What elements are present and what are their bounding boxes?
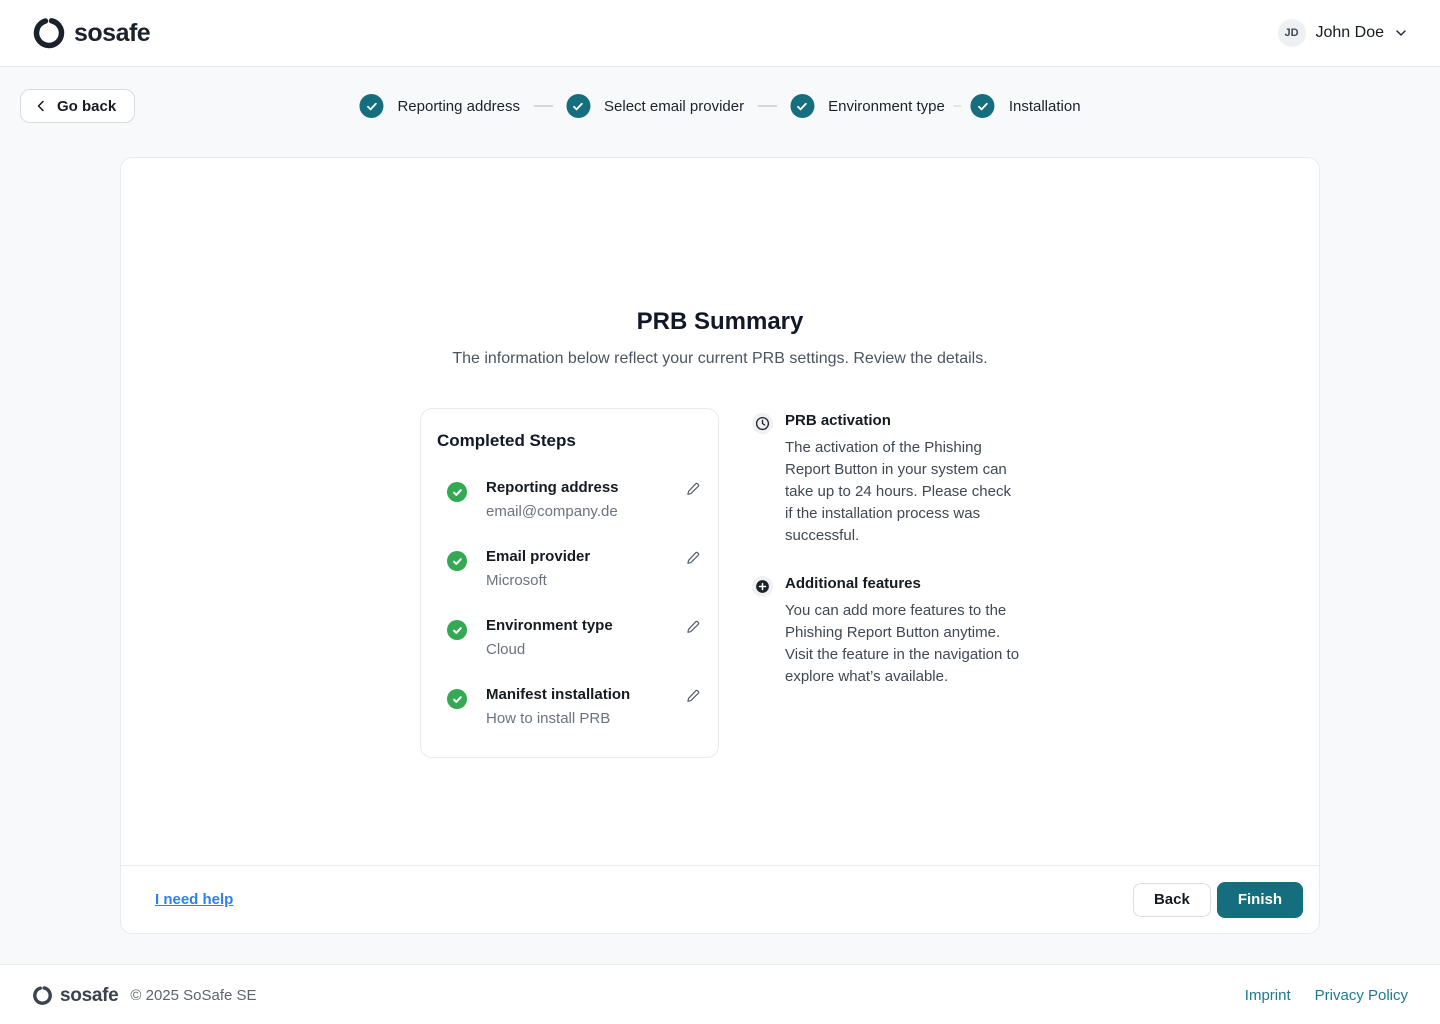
edit-email-provider-button[interactable] xyxy=(684,549,702,567)
info-column: PRB activation The activation of the Phi… xyxy=(752,408,1020,688)
pencil-icon xyxy=(686,551,700,565)
completed-step-environment-type: Environment type Cloud xyxy=(437,617,702,658)
check-circle-icon xyxy=(566,94,590,118)
check-circle-icon xyxy=(359,94,383,118)
completed-step-reporting-address: Reporting address email@company.de xyxy=(437,479,702,520)
stepper-connector xyxy=(954,105,962,107)
summary-card: PRB Summary The information below reflec… xyxy=(120,157,1320,934)
stepper-step-select-email-provider: Select email provider xyxy=(566,94,744,118)
imprint-link[interactable]: Imprint xyxy=(1245,987,1291,1004)
completed-step-email-provider: Email provider Microsoft xyxy=(437,548,702,589)
check-circle-icon xyxy=(447,620,467,640)
check-circle-icon xyxy=(447,551,467,571)
privacy-policy-link[interactable]: Privacy Policy xyxy=(1315,987,1408,1004)
edit-manifest-installation-button[interactable] xyxy=(684,687,702,705)
go-back-button[interactable]: Go back xyxy=(20,89,135,123)
brand-wordmark: sosafe xyxy=(74,19,150,48)
page-subtitle: The information below reflect your curre… xyxy=(121,350,1319,368)
check-circle-icon xyxy=(447,482,467,502)
completed-steps-card: Completed Steps Reporting address email@… xyxy=(420,408,719,758)
back-button[interactable]: Back xyxy=(1133,883,1211,917)
stepper-step-installation: Installation xyxy=(971,94,1081,118)
stepper-connector xyxy=(757,105,777,107)
stepper-step-reporting-address: Reporting address xyxy=(359,94,520,118)
app-header: sosafe JD John Doe xyxy=(0,0,1440,67)
sosafe-logo: sosafe xyxy=(32,16,150,50)
completed-steps-title: Completed Steps xyxy=(437,431,702,451)
stepper-connector xyxy=(533,105,553,107)
footer-brand-wordmark: sosafe xyxy=(60,985,118,1007)
finish-button[interactable]: Finish xyxy=(1217,882,1303,918)
avatar: JD xyxy=(1278,19,1306,47)
completed-step-manifest-installation: Manifest installation How to install PRB xyxy=(437,686,702,727)
check-circle-icon xyxy=(971,94,995,118)
footer-links: Imprint Privacy Policy xyxy=(1245,987,1408,1004)
page-footer: sosafe © 2025 SoSafe SE Imprint Privacy … xyxy=(0,964,1440,1024)
sosafe-logo-icon xyxy=(32,985,53,1006)
user-menu[interactable]: JD John Doe xyxy=(1278,19,1409,47)
plus-circle-icon xyxy=(752,576,773,597)
user-name: John Doe xyxy=(1316,24,1385,42)
edit-reporting-address-button[interactable] xyxy=(684,480,702,498)
chevron-left-icon xyxy=(35,100,47,112)
topbar: Go back Reporting address Select email p… xyxy=(20,89,1420,123)
chevron-down-icon xyxy=(1394,26,1408,40)
check-circle-icon xyxy=(790,94,814,118)
edit-environment-type-button[interactable] xyxy=(684,618,702,636)
progress-stepper: Reporting address Select email provider … xyxy=(359,89,1080,123)
summary-card-body: PRB Summary The information below reflec… xyxy=(121,158,1319,865)
info-section-prb-activation: PRB activation The activation of the Phi… xyxy=(752,412,1020,547)
summary-card-footer: I need help Back Finish xyxy=(121,865,1319,933)
stepper-step-environment-type: Environment type xyxy=(790,94,945,118)
sosafe-logo-icon xyxy=(32,16,66,50)
pencil-icon xyxy=(686,482,700,496)
check-circle-icon xyxy=(447,689,467,709)
pencil-icon xyxy=(686,689,700,703)
page-title: PRB Summary xyxy=(121,308,1319,336)
pencil-icon xyxy=(686,620,700,634)
need-help-link[interactable]: I need help xyxy=(155,891,233,908)
footer-sosafe-logo: sosafe xyxy=(32,985,118,1007)
copyright-text: © 2025 SoSafe SE xyxy=(130,987,256,1004)
page-content: Go back Reporting address Select email p… xyxy=(0,67,1440,964)
info-section-additional-features: Additional features You can add more fea… xyxy=(752,575,1020,688)
clock-icon xyxy=(752,413,773,434)
